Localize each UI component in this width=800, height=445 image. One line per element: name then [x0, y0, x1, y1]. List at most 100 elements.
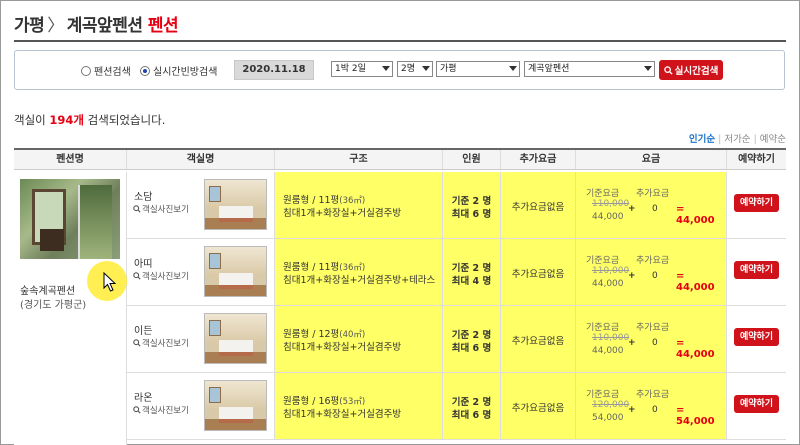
structure-cell: 원룸형 / 11평(36㎡) 침대1개+화장실+거실겸주방 — [275, 172, 443, 238]
structure-type: 원룸형 / 16평(53㎡) — [283, 393, 365, 407]
breadcrumb-category: 펜션 — [147, 16, 179, 36]
room-thumbnail[interactable] — [204, 313, 267, 364]
room-photo-link[interactable]: 객실사진보기 — [133, 404, 189, 416]
structure-desc: 침대1개+화장실+거실겸주방+테라스 — [283, 275, 436, 286]
room-photo-link[interactable]: 객실사진보기 — [133, 203, 189, 215]
realtime-search-button[interactable]: 실시간검색 — [659, 60, 723, 80]
search-icon — [133, 339, 141, 347]
structure-type: 원룸형 / 11평(36㎡) — [283, 192, 365, 206]
chevron-down-icon — [644, 66, 652, 71]
result-count: 객실이 194개 검색되었습니다. — [14, 112, 165, 128]
capacity-base: 기준 2 명 — [451, 263, 492, 274]
search-icon — [133, 406, 141, 414]
price-label-base: 기준요금 — [586, 189, 620, 199]
room-name[interactable]: 라온 — [134, 389, 152, 404]
room-photo-link-label: 객실사진보기 — [142, 272, 189, 282]
room-cell: 이든 객실사진보기 — [127, 306, 275, 372]
radio-realtime-search-label: 실시간빈방검색 — [153, 67, 218, 78]
capacity-max: 최대 6 명 — [451, 343, 492, 354]
stay-select[interactable]: 1박 2일 — [331, 61, 393, 77]
capacity-cell: 기준 2 명 최대 6 명 — [443, 172, 501, 238]
room-name[interactable]: 이든 — [134, 322, 152, 337]
price-label-extra: 추가요금 — [636, 323, 670, 333]
capacity-base: 기준 2 명 — [451, 397, 492, 408]
table-row: 라온 객실사진보기 원룸형 / 16평(53㎡) 침대1개+화장실+거실겸주방 … — [127, 373, 786, 440]
guests-select[interactable]: 2명 — [397, 61, 433, 77]
realtime-search-label: 실시간검색 — [674, 66, 719, 77]
book-button[interactable]: 예약하기 — [734, 194, 779, 212]
sort-divider: | — [718, 134, 722, 145]
price-label-extra: 추가요금 — [636, 189, 670, 199]
sort-lowprice[interactable]: 저가순 — [724, 134, 750, 145]
room-photo-link-label: 객실사진보기 — [142, 205, 189, 215]
sort-reservation[interactable]: 예약순 — [760, 134, 786, 145]
structure-desc: 침대1개+화장실+거실겸주방 — [283, 409, 402, 420]
base-price: 44,000 — [592, 212, 624, 222]
chevron-down-icon — [509, 66, 517, 71]
room-photo-link[interactable]: 객실사진보기 — [133, 270, 189, 282]
breadcrumb-region[interactable]: 가평 — [14, 16, 45, 36]
structure-cell: 원룸형 / 16평(53㎡) 침대1개+화장실+거실겸주방 — [275, 373, 443, 439]
pension-photo[interactable] — [20, 179, 120, 259]
book-button[interactable]: 예약하기 — [734, 328, 779, 346]
radio-pension-search-dot[interactable] — [81, 65, 91, 76]
table-row: 아띠 객실사진보기 원룸형 / 11평(36㎡) 침대1개+화장실+거실겸주방+… — [127, 239, 786, 306]
room-thumbnail[interactable] — [204, 380, 267, 431]
structure-cell: 원룸형 / 11평(36㎡) 침대1개+화장실+거실겸주방+테라스 — [275, 239, 443, 305]
result-prefix: 객실이 — [14, 113, 50, 127]
theme-select-value: 계곡앞펜션 — [528, 64, 570, 74]
structure-cell: 원룸형 / 12평(40㎡) 침대1개+화장실+거실겸주방 — [275, 306, 443, 372]
stay-select-value: 1박 2일 — [335, 64, 366, 74]
book-button[interactable]: 예약하기 — [734, 395, 779, 413]
extra-fee-cell: 추가요금없음 — [501, 239, 576, 305]
book-button[interactable]: 예약하기 — [734, 261, 779, 279]
sort-divider: | — [753, 134, 757, 145]
radio-realtime-search-dot[interactable] — [140, 65, 150, 76]
price-label-extra: 추가요금 — [636, 390, 670, 400]
room-name[interactable]: 아띠 — [134, 255, 152, 270]
radio-pension-search[interactable]: 펜션검색 — [81, 63, 131, 78]
room-photo-link[interactable]: 객실사진보기 — [133, 337, 189, 349]
extra-fee-cell: 추가요금없음 — [501, 172, 576, 238]
room-thumbnail[interactable] — [204, 246, 267, 297]
search-icon — [133, 205, 141, 213]
total-price: = 54,000 — [676, 405, 715, 427]
room-rows: 소담 객실사진보기 원룸형 / 11평(36㎡) 침대1개+화장실+거실겸주방 … — [127, 172, 786, 440]
chevron-down-icon — [422, 66, 430, 71]
thumb-bed — [219, 407, 253, 423]
radio-realtime-search[interactable]: 실시간빈방검색 — [140, 63, 217, 78]
capacity-cell: 기준 2 명 최대 6 명 — [443, 306, 501, 372]
room-thumbnail[interactable] — [204, 179, 267, 230]
capacity-base: 기준 2 명 — [451, 196, 492, 207]
header-structure: 구조 — [275, 150, 443, 169]
sort-options: 인기순 | 저가순 | 예약순 — [689, 131, 786, 145]
booking-cell: 예약하기 — [727, 306, 786, 372]
original-price: 110,000 — [592, 333, 630, 343]
room-cell: 소담 객실사진보기 — [127, 172, 275, 238]
room-name[interactable]: 소담 — [134, 188, 152, 203]
price-cell: 기준요금 추가요금 110,000 44,000 + 0 = 44,000 — [576, 172, 727, 238]
price-cell: 기준요금 추가요금 110,000 44,000 + 0 = 44,000 — [576, 306, 727, 372]
theme-select[interactable]: 계곡앞펜션 — [524, 61, 655, 77]
price-label-base: 기준요금 — [586, 256, 620, 266]
thumb-window — [209, 387, 221, 403]
photo-chair — [40, 229, 64, 251]
guests-select-value: 2명 — [401, 64, 416, 74]
extra-amount: 0 — [652, 204, 658, 214]
base-price: 44,000 — [592, 346, 624, 356]
capacity-base: 기준 2 명 — [451, 330, 492, 341]
thumb-bed — [219, 273, 253, 289]
date-field[interactable]: 2020.11.18 — [234, 60, 314, 80]
sort-popular[interactable]: 인기순 — [689, 134, 715, 145]
total-price: = 44,000 — [676, 338, 715, 360]
table-row: 소담 객실사진보기 원룸형 / 11평(36㎡) 침대1개+화장실+거실겸주방 … — [127, 172, 786, 239]
result-suffix: 검색되었습니다. — [84, 113, 166, 127]
region-select[interactable]: 가평 — [436, 61, 520, 77]
photo-door — [78, 185, 112, 259]
breadcrumb-separator: 〉 — [47, 16, 64, 36]
extra-fee-text: 추가요금없음 — [511, 336, 565, 347]
pension-name[interactable]: 숲속계곡펜션 — [20, 282, 75, 297]
title-divider — [14, 40, 786, 42]
base-price: 54,000 — [592, 413, 624, 423]
original-price: 110,000 — [592, 266, 630, 276]
